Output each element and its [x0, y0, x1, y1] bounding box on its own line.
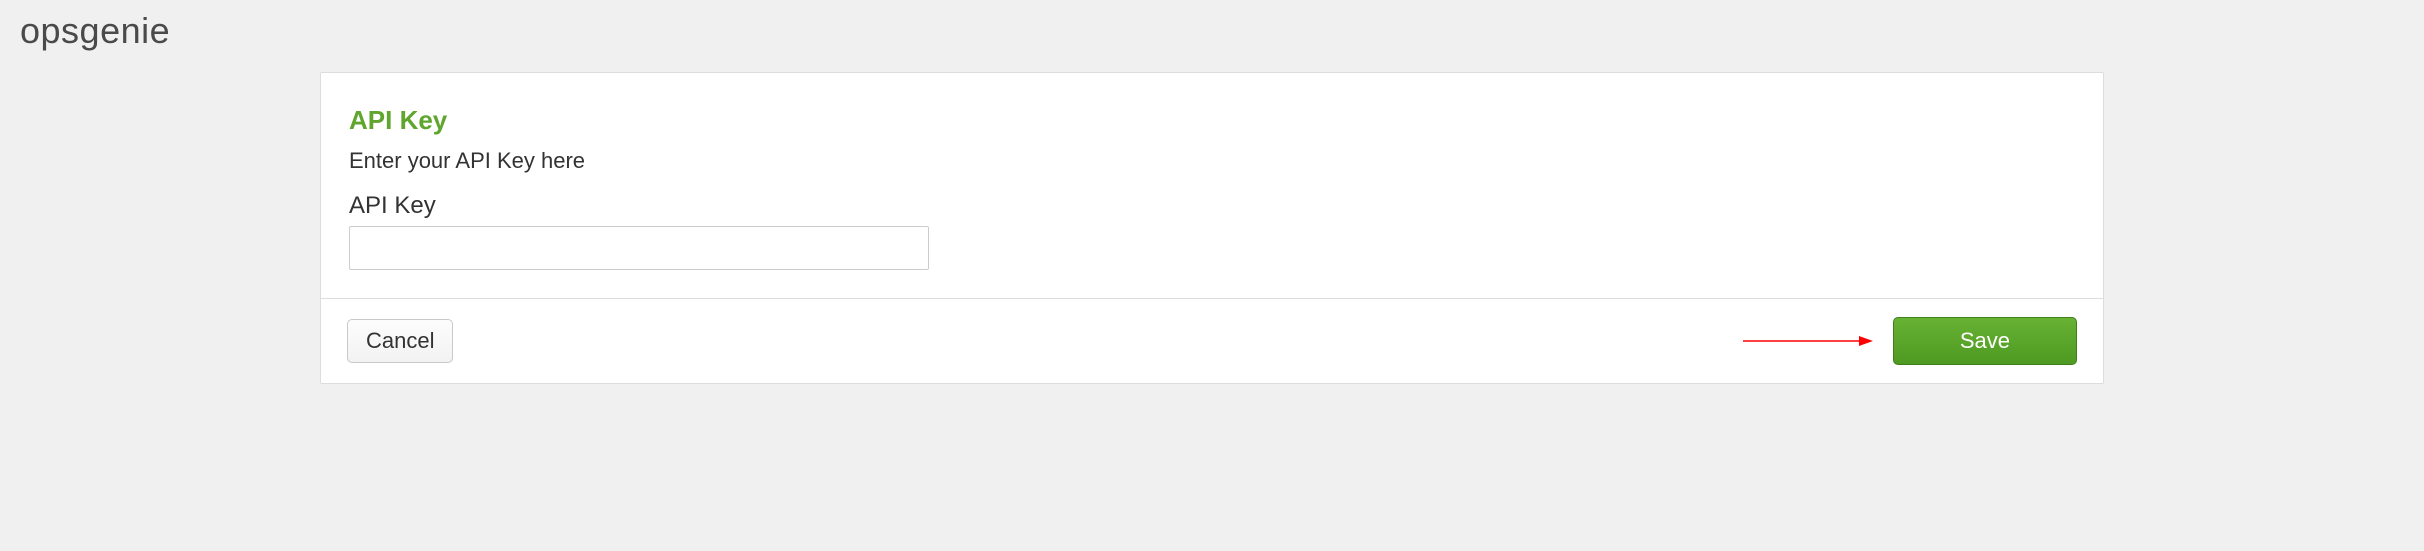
api-key-input[interactable]: [349, 226, 929, 270]
card-footer: Cancel Save: [321, 298, 2103, 383]
card-body: API Key Enter your API Key here API Key: [321, 73, 2103, 298]
api-key-label: API Key: [349, 192, 2075, 220]
save-button[interactable]: Save: [1893, 317, 2077, 365]
section-heading: API Key: [349, 105, 2075, 136]
footer-right: Save: [1743, 317, 2077, 365]
page-title: opsgenie: [0, 0, 2424, 72]
section-description: Enter your API Key here: [349, 148, 2075, 174]
settings-card: API Key Enter your API Key here API Key …: [320, 72, 2104, 384]
cancel-button[interactable]: Cancel: [347, 319, 453, 363]
annotation-arrow-icon: [1743, 331, 1873, 351]
